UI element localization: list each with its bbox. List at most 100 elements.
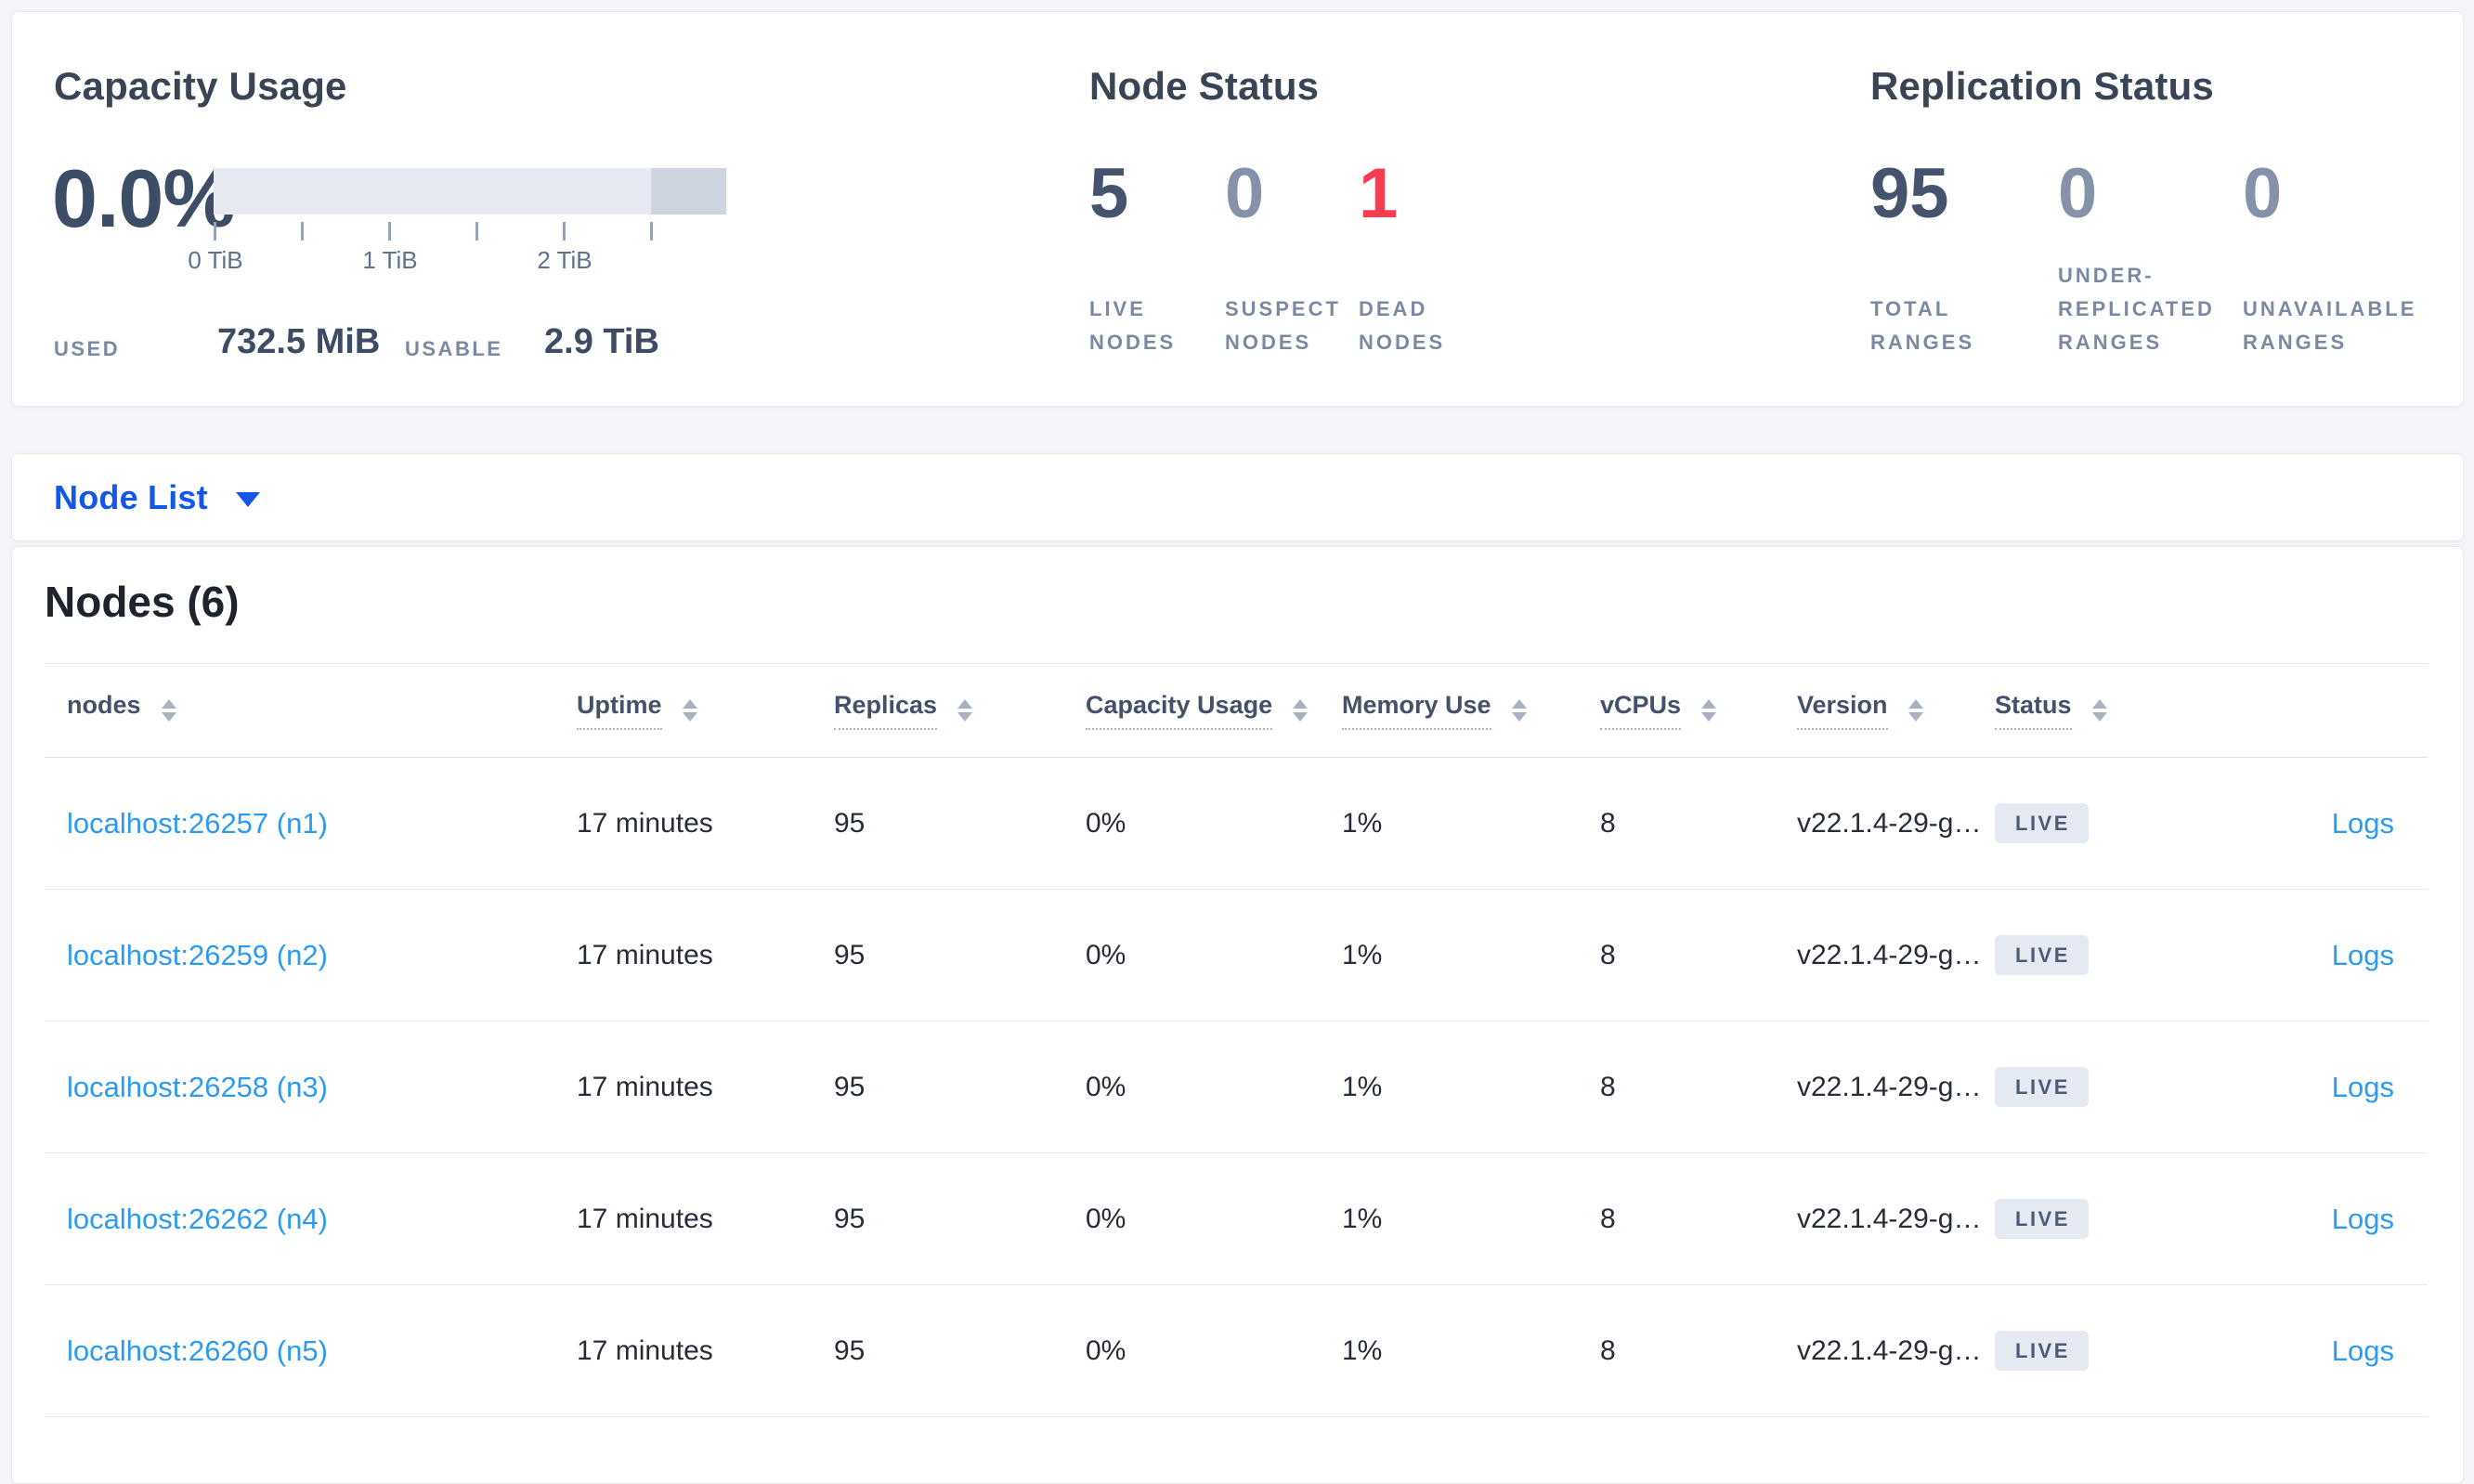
dead-nodes-label: DEAD NODES [1359,297,1446,354]
logs-link[interactable]: Logs [2332,939,2394,972]
capacity-axis-label: 2 TiB [537,246,592,274]
logs-link[interactable]: Logs [2332,1334,2394,1368]
sort-down-icon [957,712,973,722]
replicas-cell: 95 [834,1334,866,1366]
total-ranges-label: TOTAL RANGES [1870,297,1975,354]
column-header[interactable]: vCPUs [1600,691,1797,730]
node-link[interactable]: localhost:26260 (n5) [67,1334,328,1368]
logs-link[interactable]: Logs [2332,1071,2394,1104]
column-header-label: Replicas [834,691,938,730]
sort-down-icon [2091,712,2107,722]
table-row: localhost:26262 (n4) 17 minutes 95 0% 1%… [45,1153,2428,1285]
column-header-label: Memory Use [1342,691,1491,730]
sort-icon [957,699,973,722]
sort-down-icon [682,712,697,722]
sort-up-icon [957,699,973,709]
chevron-down-icon [235,491,260,507]
capacity-usage-cell: 0% [1086,939,1126,970]
version-cell: v22.1.4-29-g… [1797,807,1982,839]
nodes-panel: Nodes (6) nodes Uptime Replicas Capacity… [11,546,2464,1484]
capacity-usage-bar [214,168,726,215]
column-header[interactable]: nodes [45,691,577,730]
sort-icon [161,699,176,722]
status-badge: LIVE [1995,1067,2089,1107]
node-link[interactable]: localhost:26257 (n1) [67,807,328,840]
capacity-axis-label: 0 TiB [188,246,243,274]
view-selector-dropdown[interactable]: Node List [54,454,260,540]
nodes-section-title: Nodes (6) [45,578,240,626]
logs-link[interactable]: Logs [2332,1203,2394,1236]
capacity-usage-cell: 0% [1086,1071,1126,1102]
sort-down-icon [1293,712,1309,722]
capacity-usage-cell: 0% [1086,1203,1126,1234]
replicas-cell: 95 [834,939,866,970]
replicas-cell: 95 [834,807,866,839]
sort-icon [682,699,697,722]
table-row: localhost:26258 (n3) 17 minutes 95 0% 1%… [45,1022,2428,1153]
unavailable-ranges-label: UNAVAILABLE RANGES [2243,297,2417,354]
sort-up-icon [1511,699,1527,709]
capacity-used-label: USED [54,337,121,360]
version-cell: v22.1.4-29-g… [1797,939,1982,970]
capacity-axis-label: 1 TiB [362,246,418,274]
capacity-axis-tick [563,222,566,241]
logs-link[interactable]: Logs [2332,807,2394,840]
memory-use-cell: 1% [1342,1071,1383,1102]
column-header[interactable]: Capacity Usage [1086,691,1342,730]
nodes-table: nodes Uptime Replicas Capacity Usage Mem… [45,663,2428,1417]
node-link[interactable]: localhost:26259 (n2) [67,939,328,972]
live-nodes-count: 5 [1089,154,1129,233]
version-cell: v22.1.4-29-g… [1797,1071,1982,1102]
under-replicated-ranges-label: UNDER-REPLICATED RANGES [2058,264,2215,354]
sort-icon [1701,699,1717,722]
sort-up-icon [1908,699,1923,709]
vcpus-cell: 8 [1600,939,1616,970]
column-header[interactable]: Status [1995,691,2246,730]
sort-up-icon [1293,699,1309,709]
memory-use-cell: 1% [1342,1334,1383,1366]
dead-nodes-count: 1 [1359,154,1399,233]
sort-icon [1511,699,1527,722]
replication-status-title: Replication Status [1870,64,2214,108]
uptime-cell: 17 minutes [577,939,713,970]
unavailable-ranges-count: 0 [2243,154,2283,233]
replicas-cell: 95 [834,1203,866,1234]
column-header[interactable]: Replicas [834,691,1086,730]
version-cell: v22.1.4-29-g… [1797,1334,1982,1366]
node-link[interactable]: localhost:26262 (n4) [67,1203,328,1236]
total-ranges-count: 95 [1870,154,1949,233]
table-row: localhost:26259 (n2) 17 minutes 95 0% 1%… [45,890,2428,1022]
sort-up-icon [682,699,697,709]
capacity-axis-tick [650,222,653,241]
status-badge: LIVE [1995,803,2089,843]
sort-icon [1908,699,1923,722]
capacity-axis-tick [388,222,391,241]
capacity-bar-tail-segment [651,168,726,215]
live-nodes-label: LIVE NODES [1089,297,1177,354]
vcpus-cell: 8 [1600,1203,1616,1234]
sort-down-icon [161,712,176,722]
sort-up-icon [2091,699,2107,709]
sort-down-icon [1701,712,1717,722]
sort-up-icon [1701,699,1717,709]
memory-use-cell: 1% [1342,939,1383,970]
column-header[interactable]: Uptime [577,691,834,730]
column-header-label: Uptime [577,691,662,730]
status-badge: LIVE [1995,935,2089,975]
column-header[interactable]: Version [1797,691,1995,730]
suspect-nodes-count: 0 [1225,154,1265,233]
capacity-used-value: 732.5 MiB [217,322,381,361]
memory-use-cell: 1% [1342,1203,1383,1234]
status-badge: LIVE [1995,1331,2089,1371]
vcpus-cell: 8 [1600,807,1616,839]
nodes-table-header-row: nodes Uptime Replicas Capacity Usage Mem… [45,663,2428,758]
sort-icon [1293,699,1309,722]
uptime-cell: 17 minutes [577,807,713,839]
column-header[interactable]: Memory Use [1342,691,1600,730]
column-header-label: Version [1797,691,1888,730]
capacity-used-percent: 0.0% [52,152,236,244]
capacity-usable-label: USABLE [405,337,503,360]
node-link[interactable]: localhost:26258 (n3) [67,1071,328,1104]
sort-down-icon [1511,712,1527,722]
uptime-cell: 17 minutes [577,1334,713,1366]
